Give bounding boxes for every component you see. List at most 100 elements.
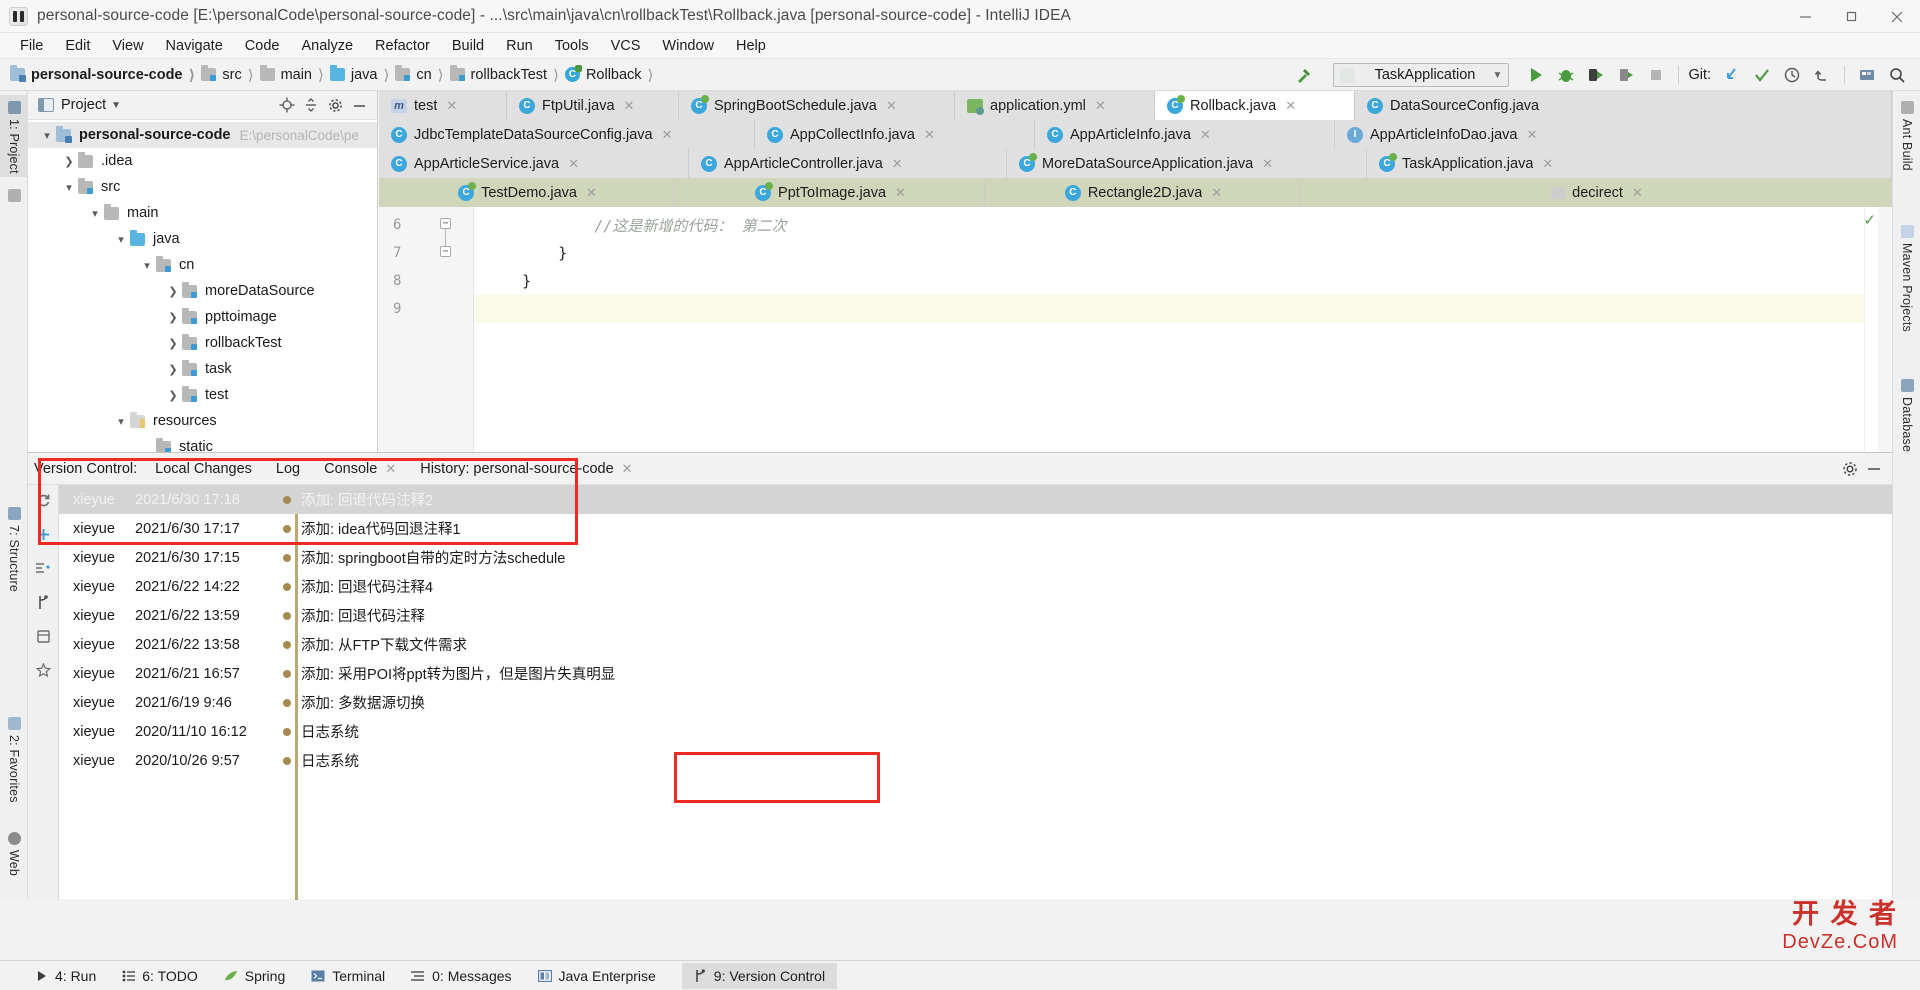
tree-item-main[interactable]: ▾ main (28, 200, 377, 226)
sidebar-item-ant-build[interactable] (0, 183, 28, 225)
close-icon[interactable]: ✕ (385, 461, 396, 477)
inspection-status-icon[interactable]: ✓ (1863, 211, 1876, 229)
star-icon[interactable] (32, 659, 54, 681)
breadcrumb-item-project[interactable]: personal-source-code ⟩ (10, 65, 201, 84)
show-details-icon[interactable] (32, 625, 54, 647)
tab-rollback-java[interactable]: C Rollback.java ✕ (1155, 91, 1355, 120)
table-row[interactable]: xieyue 2021/6/30 17:15 添加: springboot自带的… (59, 543, 1892, 572)
tab-moredatasourceapplication[interactable]: C MoreDataSourceApplication.java ✕ (1007, 149, 1367, 178)
tree-item-ppttoimage[interactable]: ❯ ppttoimage (28, 304, 377, 330)
editor-marker-strip[interactable] (1864, 207, 1878, 452)
table-row[interactable]: xieyue 2021/6/22 13:59 添加: 回退代码注释 (59, 601, 1892, 630)
close-icon[interactable]: ✕ (568, 156, 579, 172)
sidebar-item-favorites[interactable]: 2: Favorites (0, 711, 28, 821)
statusbar-item-java-enterprise[interactable]: Java Enterprise (537, 968, 656, 984)
add-icon[interactable] (32, 523, 54, 545)
close-icon[interactable]: ✕ (886, 98, 897, 114)
menu-window[interactable]: Window (651, 36, 725, 56)
tab-taskapplication[interactable]: C TaskApplication.java ✕ (1367, 149, 1892, 178)
settings-icon[interactable] (1852, 62, 1882, 88)
tree-item-idea[interactable]: ❯ .idea (28, 148, 377, 174)
tab-jdbctemplatedatasourceconfig[interactable]: C JdbcTemplateDataSourceConfig.java ✕ (379, 120, 755, 149)
editor-gutter[interactable]: 6 7 8 9 − − (379, 207, 474, 452)
debug-button[interactable] (1551, 62, 1581, 88)
chevron-down-icon[interactable]: ▾ (112, 233, 130, 246)
tree-item-moredatasource[interactable]: ❯ moreDataSource (28, 278, 377, 304)
close-icon[interactable]: ✕ (586, 185, 597, 201)
vcs-tab-log[interactable]: Log (276, 461, 300, 477)
tab-datasourceconfig[interactable]: C DataSourceConfig.java (1355, 91, 1892, 120)
table-row[interactable]: xieyue 2021/6/30 17:18 添加: 回退代码注释2 (59, 485, 1892, 514)
breadcrumb-item-rollback[interactable]: C Rollback ⟩ (564, 65, 659, 84)
commit-list[interactable]: origin & master xieyue 2021/6/30 17:18 添… (59, 485, 1892, 900)
breadcrumb-item-rollbacktest[interactable]: rollbackTest ⟩ (449, 65, 565, 84)
fold-marker-icon[interactable]: − (440, 246, 451, 257)
table-row[interactable]: xieyue 2021/6/19 9:46 添加: 多数据源切换 (59, 688, 1892, 717)
menu-view[interactable]: View (101, 36, 154, 56)
sidebar-item-web[interactable]: Web (0, 826, 28, 884)
close-icon[interactable]: ✕ (1527, 127, 1538, 143)
run-with-coverage-button[interactable] (1581, 62, 1611, 88)
breadcrumb-item-cn[interactable]: cn ⟩ (395, 65, 449, 84)
tab-appcollectinfo[interactable]: C AppCollectInfo.java ✕ (755, 120, 1035, 149)
menu-code[interactable]: Code (234, 36, 291, 56)
tree-item-java[interactable]: ▾ java (28, 226, 377, 252)
chevron-right-icon[interactable]: ❯ (164, 337, 182, 350)
tree-item-test[interactable]: ❯ test (28, 382, 377, 408)
close-icon[interactable]: ✕ (662, 127, 673, 143)
close-icon[interactable]: ✕ (1542, 156, 1553, 172)
search-everywhere-icon[interactable] (1882, 62, 1912, 88)
chevron-down-icon[interactable]: ▾ (86, 207, 104, 220)
git-history-icon[interactable] (1777, 62, 1807, 88)
chevron-right-icon[interactable]: ❯ (164, 285, 182, 298)
close-icon[interactable]: ✕ (1262, 156, 1273, 172)
locate-file-icon[interactable] (275, 94, 299, 116)
close-icon[interactable]: ✕ (622, 461, 633, 477)
menu-file[interactable]: File (9, 36, 54, 56)
table-row[interactable]: xieyue 2020/10/26 9:57 日志系统 (59, 746, 1892, 775)
chevron-down-icon[interactable]: ▾ (138, 259, 156, 272)
vcs-tab-console[interactable]: Console ✕ (324, 461, 396, 477)
run-button[interactable] (1521, 62, 1551, 88)
close-icon[interactable]: ✕ (624, 98, 635, 114)
chevron-down-icon[interactable]: ▼ (111, 100, 121, 111)
vcs-tab-history[interactable]: History: personal-source-code ✕ (420, 461, 632, 477)
git-commit-icon[interactable] (1747, 62, 1777, 88)
tab-test[interactable]: m test ✕ (379, 91, 507, 120)
statusbar-item-version-control[interactable]: 9: Version Control (681, 962, 838, 989)
menu-vcs[interactable]: VCS (600, 36, 652, 56)
sidebar-item-database[interactable]: Database (1893, 373, 1920, 469)
statusbar-item-spring[interactable]: Spring (224, 968, 285, 984)
chevron-down-icon[interactable]: ▾ (60, 181, 78, 194)
close-icon[interactable]: ✕ (1200, 127, 1211, 143)
sidebar-item-structure[interactable]: 7: Structure (0, 501, 28, 607)
table-row[interactable]: xieyue 2021/6/30 17:17 添加: idea代码回退注释1 (59, 514, 1892, 543)
close-icon[interactable]: ✕ (895, 185, 906, 201)
vcs-tab-local-changes[interactable]: Local Changes (155, 461, 252, 477)
chevron-right-icon[interactable]: ❯ (164, 363, 182, 376)
close-icon[interactable]: ✕ (892, 156, 903, 172)
chevron-down-icon[interactable]: ▾ (112, 415, 130, 428)
sidebar-item-project[interactable]: 1: Project (0, 95, 28, 177)
menu-run[interactable]: Run (495, 36, 544, 56)
maximize-icon[interactable] (1828, 0, 1874, 33)
statusbar-item-todo[interactable]: 6: TODO (122, 968, 198, 984)
editor-scrollbar[interactable]: ✓ (1863, 207, 1892, 452)
tree-item-resources[interactable]: ▾ resources (28, 408, 377, 434)
close-icon[interactable]: ✕ (1285, 98, 1296, 114)
run-configuration-selector[interactable]: TaskApplication ▼ (1333, 63, 1510, 87)
tab-ftputil[interactable]: C FtpUtil.java ✕ (507, 91, 679, 120)
fold-marker-icon[interactable]: − (440, 218, 451, 229)
breadcrumb-item-src[interactable]: src ⟩ (201, 65, 259, 84)
statusbar-item-terminal[interactable]: Terminal (311, 968, 385, 984)
close-icon[interactable]: ✕ (1211, 185, 1222, 201)
tree-item-rollbacktest[interactable]: ❯ rollbackTest (28, 330, 377, 356)
close-icon[interactable]: ✕ (924, 127, 935, 143)
table-row[interactable]: xieyue 2021/6/21 16:57 添加: 采用POI将ppt转为图片… (59, 659, 1892, 688)
tab-springbootschedule[interactable]: C SpringBootSchedule.java ✕ (679, 91, 955, 120)
branch-icon[interactable] (32, 591, 54, 613)
git-update-icon[interactable] (1717, 62, 1747, 88)
close-icon[interactable]: ✕ (1632, 185, 1643, 201)
project-settings-icon[interactable] (323, 94, 347, 116)
git-rollback-icon[interactable] (1807, 62, 1837, 88)
